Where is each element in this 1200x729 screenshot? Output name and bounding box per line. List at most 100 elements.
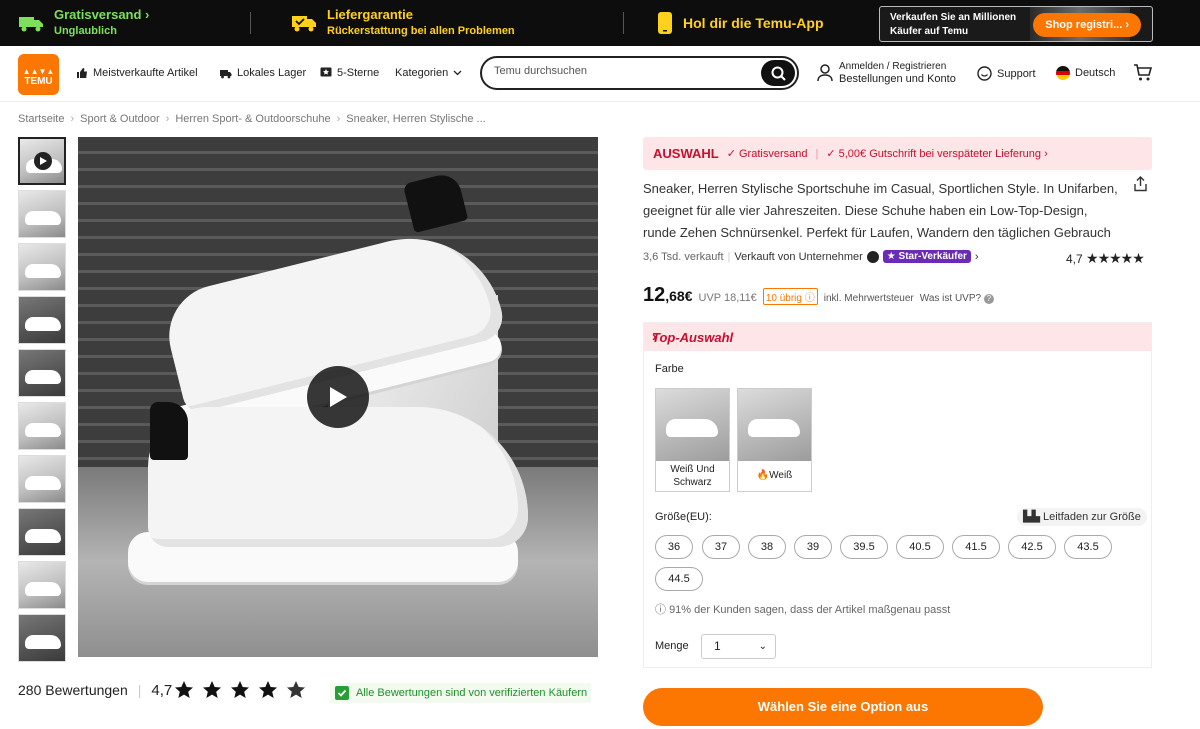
chevron-down-icon: ⌄ xyxy=(758,641,767,652)
quantity-select[interactable]: 1 ⌄ xyxy=(701,634,776,659)
vat-note: inkl. Mehrwertsteuer xyxy=(823,293,914,304)
app-promo-text: Hol dir die Temu-App xyxy=(683,14,824,31)
nav-categories-label: Kategorien xyxy=(395,67,449,79)
color-label: Farbe xyxy=(655,363,684,375)
price: 12,68€ xyxy=(643,284,693,306)
guarantee-sub: Rückerstattung bei allen Problemen xyxy=(327,25,515,37)
size-option[interactable]: 44.5 xyxy=(655,567,703,591)
size-option[interactable]: 41.5 xyxy=(952,535,1000,559)
info-icon: ⓘ xyxy=(655,604,666,616)
select-option-button[interactable]: Wählen Sie eine Option aus xyxy=(643,688,1043,726)
size-option[interactable]: 43.5 xyxy=(1064,535,1112,559)
search-bar xyxy=(480,56,799,90)
size-option[interactable]: 36 xyxy=(655,535,693,559)
reviews-summary[interactable]: 280 Bewertungen | 4,7 xyxy=(18,680,309,700)
color-option-image xyxy=(738,389,811,461)
free-shipping-promo[interactable]: Gratisversand › Unglaublich xyxy=(18,0,149,46)
sneaker-bottom xyxy=(148,407,528,547)
breadcrumb-separator: › xyxy=(165,113,170,125)
nav-local-warehouse[interactable]: Lokales Lager xyxy=(219,67,306,79)
question-icon: ? xyxy=(983,294,994,304)
breadcrumb-item[interactable]: Herren Sport- & Outdoorschuhe xyxy=(175,113,330,125)
uvp-price: UVP 18,11€ xyxy=(698,292,757,304)
app-promo[interactable]: Hol dir die Temu-App xyxy=(657,0,824,46)
selection-banner[interactable]: AUSWAHL ✓ Gratisversand | ✓ 5,00€ Gutsch… xyxy=(643,137,1152,170)
size-option[interactable]: 39.5 xyxy=(840,535,888,559)
account-menu[interactable]: Anmelden / Registrieren Bestellungen und… xyxy=(817,60,956,86)
size-option[interactable]: 38 xyxy=(748,535,786,559)
late-delivery-credit: ✓ 5,00€ Gutschrift bei verspäteter Liefe… xyxy=(826,148,1048,160)
sell-on-temu-banner[interactable]: Verkaufen Sie an Millionen Käufer auf Te… xyxy=(879,6,1153,42)
nav-bestsellers[interactable]: Meistverkaufte Artikel xyxy=(76,67,198,79)
breadcrumb-item[interactable]: Startseite xyxy=(18,113,64,125)
germany-flag-icon xyxy=(1056,66,1070,80)
free-shipping-title: Gratisversand xyxy=(54,7,142,22)
sell-text: Verkaufen Sie an Millionen Käufer auf Te… xyxy=(890,12,1017,37)
search-button[interactable] xyxy=(761,60,795,86)
play-icon xyxy=(328,386,348,408)
logo-text: TEMU xyxy=(24,76,53,87)
color-option[interactable]: 🔥Weiß xyxy=(737,388,812,492)
thumbnail-video[interactable] xyxy=(18,137,66,185)
account-line1: Anmelden / Registrieren xyxy=(839,61,947,72)
breadcrumb-separator: › xyxy=(336,113,341,125)
thumbnail-image[interactable] xyxy=(18,190,66,238)
chevron-right-icon: › xyxy=(974,250,979,263)
language-selector[interactable]: Deutsch xyxy=(1056,66,1115,80)
sneaker-heel-black xyxy=(150,402,188,460)
nav-categories[interactable]: Kategorien xyxy=(395,67,462,79)
uvp-help-link[interactable]: Was ist UVP? ? xyxy=(920,293,994,304)
cart-icon xyxy=(1133,64,1152,81)
top-choice-header[interactable]: Top-Auswahl › xyxy=(644,323,1151,351)
product-main-image[interactable] xyxy=(78,137,598,657)
thumbnail-image[interactable] xyxy=(18,455,66,503)
breadcrumb-current: Sneaker, Herren Stylische ... xyxy=(346,113,486,125)
star-seller-badge[interactable]: ★ Star-Verkäufer xyxy=(882,250,971,263)
size-option[interactable]: 39 xyxy=(794,535,832,559)
breadcrumb: Startseite › Sport & Outdoor › Herren Spor… xyxy=(18,113,486,125)
hot-icon: 🔥 xyxy=(756,470,770,481)
sold-count: 3,6 Tsd. verkauft xyxy=(643,250,724,263)
seller-name[interactable]: Verkauft von Unternehmer xyxy=(734,251,862,263)
size-option[interactable]: 42.5 xyxy=(1008,535,1056,559)
thumbnail-image[interactable] xyxy=(18,402,66,450)
divider xyxy=(250,12,251,34)
support-link[interactable]: Support xyxy=(977,66,1036,81)
user-icon xyxy=(817,64,833,82)
divider: | xyxy=(137,682,142,698)
delivery-guarantee-promo[interactable]: Liefergarantie Rückerstattung bei allen … xyxy=(291,0,515,46)
nav-five-star[interactable]: 5-Sterne xyxy=(320,67,379,79)
shop-register-button[interactable]: Shop registri... › xyxy=(1033,13,1141,37)
thumbnail-image[interactable] xyxy=(18,614,66,662)
sneaker-heel-black xyxy=(402,171,469,233)
promo-bar: Gratisversand › Unglaublich Liefergarant… xyxy=(0,0,1200,46)
share-button[interactable] xyxy=(1133,176,1148,195)
color-option[interactable]: Weiß Und Schwarz xyxy=(655,388,730,492)
breadcrumb-separator: › xyxy=(70,113,75,125)
cart-button[interactable] xyxy=(1133,64,1152,84)
product-title: Sneaker, Herren Stylische Sportschuhe im… xyxy=(643,181,1118,240)
thumbnail-image[interactable] xyxy=(18,296,66,344)
site-header: ▲▲▼▲ TEMU Meistverkaufte Artikel Lokales … xyxy=(0,46,1200,102)
language-label: Deutsch xyxy=(1075,67,1116,79)
free-shipping-sub: Unglaublich xyxy=(54,25,117,37)
play-video-button[interactable] xyxy=(307,366,369,428)
size-option[interactable]: 40.5 xyxy=(896,535,944,559)
support-label: Support xyxy=(997,67,1036,80)
thumbnail-image[interactable] xyxy=(18,508,66,556)
quantity-value: 1 xyxy=(714,639,721,653)
warehouse-icon xyxy=(219,67,232,79)
thumbnail-image[interactable] xyxy=(18,561,66,609)
search-input[interactable] xyxy=(494,65,754,77)
truck-icon xyxy=(18,14,44,32)
thumbnail-image[interactable] xyxy=(18,349,66,397)
temu-logo[interactable]: ▲▲▼▲ TEMU xyxy=(18,54,59,95)
account-line2: Bestellungen und Konto xyxy=(839,73,956,85)
thumbnail-image[interactable] xyxy=(18,243,66,291)
options-panel: Top-Auswahl › Farbe Weiß Und Schwarz 🔥We… xyxy=(643,322,1152,668)
product-rating[interactable]: 4,7 ★★★★★ xyxy=(1066,250,1145,267)
thumbs-up-icon xyxy=(76,67,88,79)
size-option[interactable]: 37 xyxy=(702,535,740,559)
size-guide-button[interactable]: ▙▙ Leitfaden zur Größe xyxy=(1017,508,1147,526)
breadcrumb-item[interactable]: Sport & Outdoor xyxy=(80,113,160,125)
